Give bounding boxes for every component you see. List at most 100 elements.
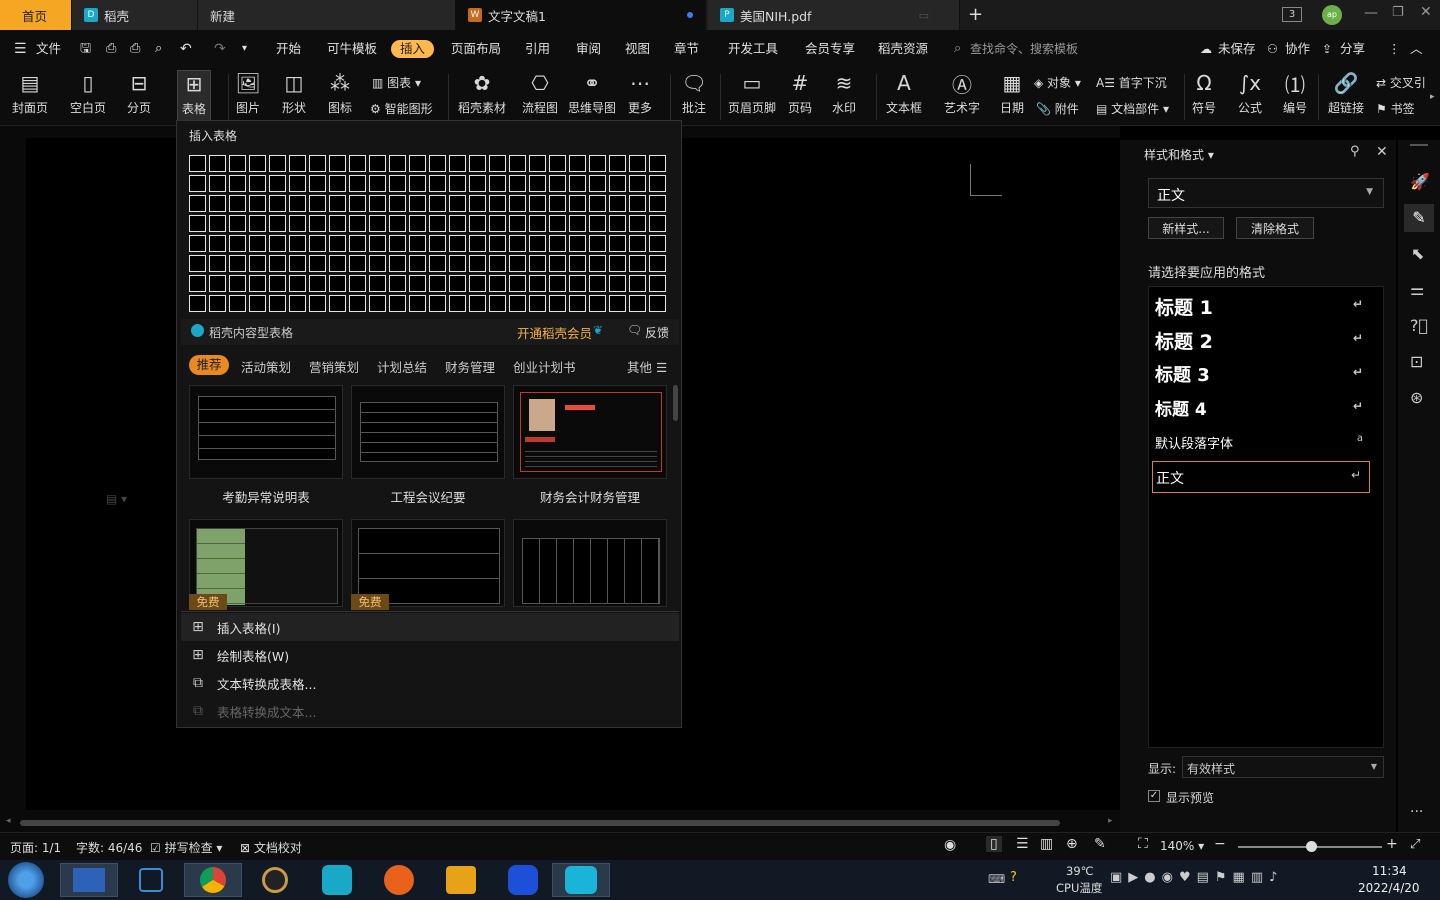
tab-pdf-close-icon[interactable]: ▭ <box>919 9 929 22</box>
table-grid-cell[interactable] <box>549 195 566 212</box>
table-grid-cell[interactable] <box>369 275 386 292</box>
table-grid-cell[interactable] <box>349 175 366 192</box>
user-avatar[interactable]: ap <box>1322 5 1342 25</box>
taskbar-file-explorer-icon[interactable] <box>60 863 118 897</box>
table-grid-cell[interactable] <box>309 195 326 212</box>
table-grid-cell[interactable] <box>289 215 306 232</box>
table-grid-cell[interactable] <box>609 195 626 212</box>
table-grid-cell[interactable] <box>229 195 246 212</box>
more-options-icon[interactable]: ⋮ <box>1388 39 1401 59</box>
share-button[interactable]: 分享 <box>1340 39 1365 59</box>
table-grid-cell[interactable] <box>529 155 546 172</box>
table-grid-cell[interactable] <box>449 155 466 172</box>
table-grid-cell[interactable] <box>209 255 226 272</box>
table-grid-cell[interactable] <box>389 275 406 292</box>
table-grid-cell[interactable] <box>589 155 606 172</box>
table-grid-cell[interactable] <box>649 295 666 312</box>
textbox-button[interactable]: A 文本框 <box>886 70 922 116</box>
template-scrollbar[interactable] <box>673 385 678 421</box>
table-grid-cell[interactable] <box>609 155 626 172</box>
wordart-button[interactable]: Ⓐ 艺术字 <box>944 70 980 116</box>
tab-new[interactable]: 新建 <box>198 0 456 30</box>
table-grid-cell[interactable] <box>429 175 446 192</box>
style-heading-3[interactable]: 标题 3 ↵ <box>1155 361 1377 391</box>
unsaved-button[interactable]: 未保存 <box>1218 39 1256 59</box>
tab-pdf[interactable]: P 美国NIH.pdf ▭ <box>708 0 960 30</box>
table-grid-cell[interactable] <box>649 255 666 272</box>
table-button[interactable]: ⊞ 表格 <box>177 70 212 122</box>
table-grid-cell[interactable] <box>629 295 646 312</box>
material-button[interactable]: ✿ 稻壳素材 <box>458 70 506 116</box>
table-grid-cell[interactable] <box>649 215 666 232</box>
table-grid-cell[interactable] <box>389 255 406 272</box>
mindmap-button[interactable]: ⚭ 思维导图 <box>568 70 616 116</box>
table-grid-cell[interactable] <box>189 215 206 232</box>
table-grid-cell[interactable] <box>509 255 526 272</box>
table-grid-cell[interactable] <box>569 255 586 272</box>
table-grid-cell[interactable] <box>309 175 326 192</box>
table-grid-cell[interactable] <box>529 175 546 192</box>
table-grid-cell[interactable] <box>629 195 646 212</box>
table-grid-cell[interactable] <box>489 295 506 312</box>
table-grid-cell[interactable] <box>389 215 406 232</box>
table-grid-cell[interactable] <box>249 235 266 252</box>
table-grid-cell[interactable] <box>589 255 606 272</box>
fit-page-icon[interactable]: ⛶ <box>1138 836 1148 852</box>
taskbar-davinci-icon[interactable] <box>246 863 304 897</box>
table-grid-cell[interactable] <box>449 175 466 192</box>
table-grid-cell[interactable] <box>629 175 646 192</box>
paragraph-marker-icon[interactable]: ▤ ▾ <box>106 492 127 506</box>
table-grid-cell[interactable] <box>489 195 506 212</box>
table-grid-cell[interactable] <box>329 155 346 172</box>
category-recommended[interactable]: 推荐 <box>189 355 229 375</box>
ribbon-scroll-right-icon[interactable]: ▸ <box>1430 92 1435 102</box>
table-grid-cell[interactable] <box>309 275 326 292</box>
clear-format-button[interactable]: 清除格式 <box>1236 217 1314 239</box>
eye-protect-icon[interactable]: ◉ <box>944 837 956 853</box>
tab-home[interactable]: 首页 <box>0 0 72 30</box>
sidebar-more-icon[interactable]: ··· <box>1410 804 1423 820</box>
table-grid-cell[interactable] <box>569 295 586 312</box>
table-grid-cell[interactable] <box>629 255 646 272</box>
tab-daoke[interactable]: D 稻壳 <box>72 0 198 30</box>
spell-check-toggle[interactable]: ☑ 拼写检查 ▾ <box>150 839 222 856</box>
numbering-button[interactable]: ⑴ 编号 <box>1283 70 1307 116</box>
table-grid-cell[interactable] <box>269 235 286 252</box>
table-grid-cell[interactable] <box>249 155 266 172</box>
table-grid-cell[interactable] <box>189 255 206 272</box>
table-grid-cell[interactable] <box>569 155 586 172</box>
table-grid-cell[interactable] <box>609 255 626 272</box>
web-view-icon[interactable]: ⊕ <box>1066 836 1078 852</box>
table-grid-cell[interactable] <box>229 175 246 192</box>
table-grid-cell[interactable] <box>649 275 666 292</box>
table-grid-cell[interactable] <box>549 155 566 172</box>
table-grid-cell[interactable] <box>429 235 446 252</box>
tray-icons[interactable]: ▣▶●◉♥▤⚑▦▥♪ <box>1110 870 1283 885</box>
menu-insert[interactable]: 插入 <box>391 40 434 58</box>
table-grid-cell[interactable] <box>509 155 526 172</box>
word-count[interactable]: 字数: 46/46 <box>76 839 142 856</box>
watermark-button[interactable]: ≋ 水印 <box>832 70 856 116</box>
menu-reference[interactable]: 引用 <box>525 39 550 59</box>
maximize-icon[interactable]: ❐ <box>1392 5 1404 20</box>
close-icon[interactable]: ✕ <box>1420 4 1432 20</box>
table-grid-cell[interactable] <box>409 275 426 292</box>
taskbar-flash-icon[interactable] <box>370 863 428 897</box>
table-grid-cell[interactable] <box>209 175 226 192</box>
table-grid-cell[interactable] <box>549 275 566 292</box>
preview-icon[interactable]: ⌕ <box>155 39 162 59</box>
blank-page-button[interactable]: ▯ 空白页 <box>70 70 106 116</box>
attach-button[interactable]: 📎 附件 <box>1036 100 1079 117</box>
table-grid-cell[interactable] <box>409 195 426 212</box>
table-grid-cell[interactable] <box>369 175 386 192</box>
table-grid-cell[interactable] <box>469 295 486 312</box>
rocket-icon[interactable]: 🚀 <box>1410 172 1430 191</box>
template-card-finance[interactable] <box>513 385 667 479</box>
table-grid-cell[interactable] <box>589 175 606 192</box>
header-footer-button[interactable]: ▭ 页眉页脚 <box>728 70 776 116</box>
table-grid-cell[interactable] <box>349 215 366 232</box>
table-grid-cell[interactable] <box>229 255 246 272</box>
table-grid-cell[interactable] <box>209 195 226 212</box>
new-tab-plus-icon[interactable]: + <box>968 4 983 25</box>
table-grid-cell[interactable] <box>469 235 486 252</box>
